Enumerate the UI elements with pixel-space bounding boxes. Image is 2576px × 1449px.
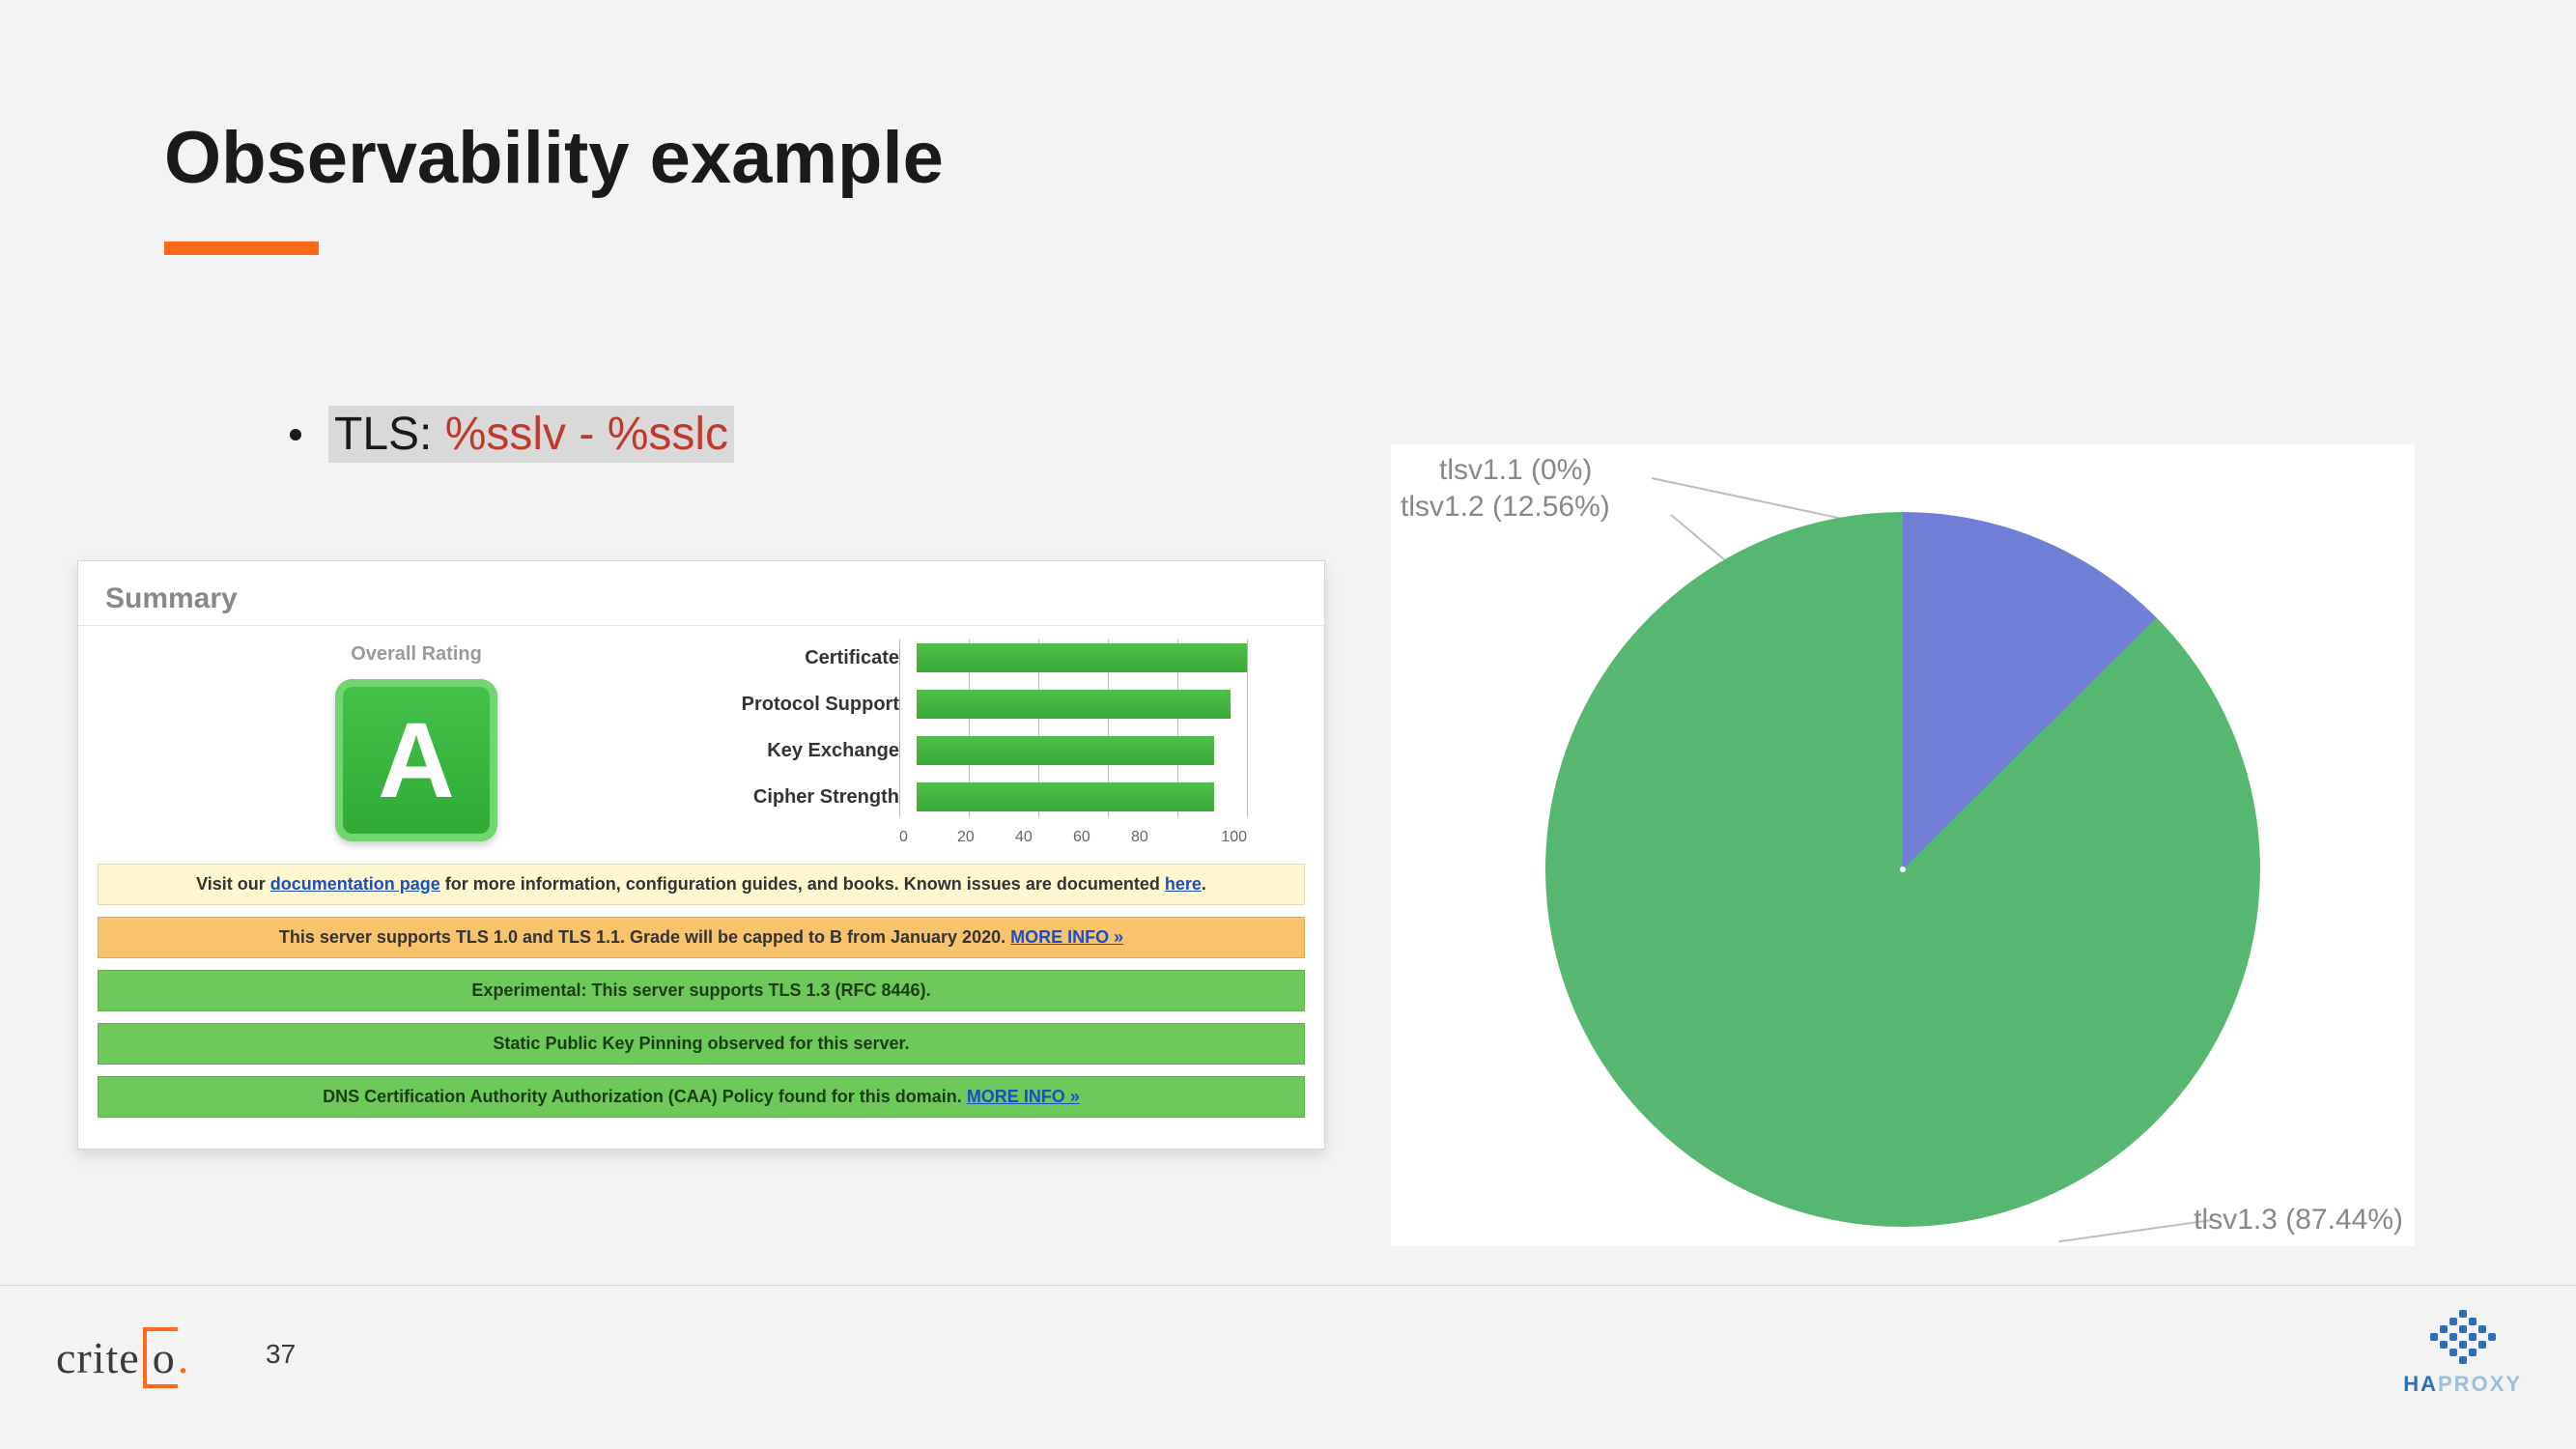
banner-text: This server supports TLS 1.0 and TLS 1.1… bbox=[279, 927, 1010, 947]
title-underline bbox=[164, 242, 319, 255]
haproxy-icon bbox=[2426, 1310, 2500, 1366]
bar-fill bbox=[917, 643, 1247, 672]
pie-label-tlsv12: tlsv1.2 (12.56%) bbox=[1401, 491, 1610, 524]
bar-axis: 0 20 40 60 80 100 bbox=[899, 829, 1247, 846]
haproxy-wordmark: HAPROXY bbox=[2403, 1372, 2522, 1397]
haproxy-ha: HA bbox=[2403, 1372, 2438, 1396]
bar-label: Certificate bbox=[667, 647, 917, 669]
bullet-item: TLS: %sslv - %sslc bbox=[290, 406, 734, 463]
bar-fill bbox=[917, 736, 1214, 765]
banner-text: . bbox=[1202, 874, 1206, 894]
tick: 80 bbox=[1131, 829, 1189, 846]
bullet-vars: %sslv - %sslc bbox=[445, 409, 728, 460]
banner-caa: DNS Certification Authority Authorizatio… bbox=[98, 1076, 1305, 1118]
bar-row-certificate: Certificate bbox=[667, 643, 1247, 672]
banners: Visit our documentation page for more in… bbox=[78, 846, 1324, 1118]
bar-row-cipher-strength: Cipher Strength bbox=[667, 782, 1247, 811]
bar-label: Cipher Strength bbox=[667, 786, 917, 809]
bar-row-key-exchange: Key Exchange bbox=[667, 736, 1247, 765]
tick: 40 bbox=[1015, 829, 1073, 846]
tls-version-pie-chart: tlsv1.1 (0%) tlsv1.2 (12.56%) tlsv1.3 (8… bbox=[1391, 444, 2415, 1246]
panel-header: Summary bbox=[78, 561, 1324, 626]
tick: 60 bbox=[1073, 829, 1131, 846]
pie-disc bbox=[1545, 512, 2260, 1227]
bar-fill bbox=[917, 690, 1231, 719]
banner-tls10-warning: This server supports TLS 1.0 and TLS 1.1… bbox=[98, 917, 1305, 958]
leader-line bbox=[2058, 1219, 2212, 1242]
panel-body: Overall Rating A Certificate bbox=[78, 626, 1324, 846]
pie-label-tlsv13: tlsv1.3 (87.44%) bbox=[2194, 1204, 2403, 1236]
pie-label-tlsv11: tlsv1.1 (0%) bbox=[1439, 454, 1592, 487]
criteo-logo: criteo. bbox=[56, 1327, 189, 1388]
rating-letter: A bbox=[378, 699, 454, 822]
bar-fill bbox=[917, 782, 1214, 811]
banner-text: for more information, configuration guid… bbox=[440, 874, 1165, 894]
banner-docs: Visit our documentation page for more in… bbox=[98, 864, 1305, 905]
slide-title: Observability example bbox=[164, 116, 944, 200]
bullet-text: TLS: %sslv - %sslc bbox=[328, 406, 734, 463]
bullet-dot-icon bbox=[290, 429, 301, 440]
banner-text: DNS Certification Authority Authorizatio… bbox=[323, 1087, 967, 1106]
banner-text: Visit our bbox=[196, 874, 270, 894]
banner-tls13: Experimental: This server supports TLS 1… bbox=[98, 970, 1305, 1011]
bullet-prefix: TLS: bbox=[334, 409, 445, 460]
rating-badge: A bbox=[335, 679, 497, 841]
haproxy-logo: HAPROXY bbox=[2403, 1310, 2522, 1397]
ssl-summary-panel: Summary Overall Rating A Certifi bbox=[77, 560, 1325, 1150]
bars-column: Certificate Protocol Support Key Exchang… bbox=[667, 643, 1247, 846]
more-info-link[interactable]: MORE INFO » bbox=[1010, 927, 1123, 947]
tick: 0 bbox=[899, 829, 957, 846]
slide: Observability example TLS: %sslv - %sslc… bbox=[0, 0, 2576, 1449]
tick: 100 bbox=[1189, 829, 1247, 846]
rating-column: Overall Rating A bbox=[281, 643, 552, 841]
tick: 20 bbox=[957, 829, 1015, 846]
haproxy-proxy: PROXY bbox=[2438, 1372, 2522, 1396]
bar-label: Key Exchange bbox=[667, 740, 917, 762]
docs-link[interactable]: documentation page bbox=[270, 874, 440, 894]
pie-center-icon bbox=[1900, 867, 1906, 872]
page-number: 37 bbox=[266, 1339, 296, 1370]
footer-divider bbox=[0, 1285, 2576, 1286]
known-issues-link[interactable]: here bbox=[1165, 874, 1202, 894]
rating-label: Overall Rating bbox=[281, 643, 552, 666]
bar-row-protocol-support: Protocol Support bbox=[667, 690, 1247, 719]
banner-hpkp: Static Public Key Pinning observed for t… bbox=[98, 1023, 1305, 1065]
more-info-link[interactable]: MORE INFO » bbox=[967, 1087, 1080, 1106]
bar-label: Protocol Support bbox=[667, 694, 917, 716]
